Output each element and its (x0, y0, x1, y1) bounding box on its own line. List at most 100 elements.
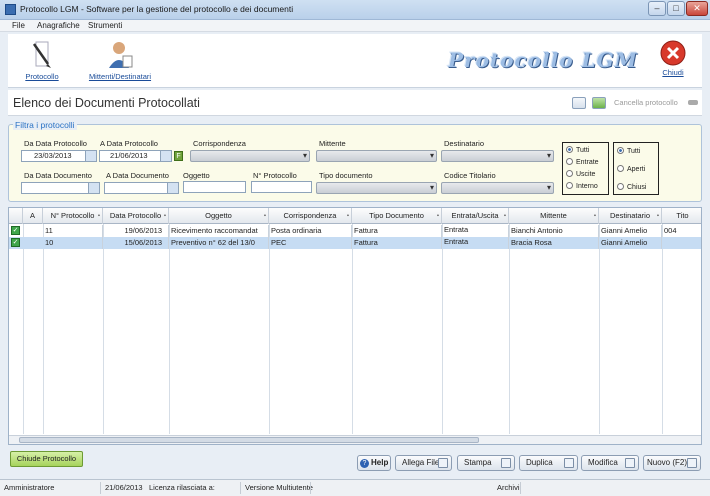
calendar-icon[interactable] (160, 151, 171, 161)
nuovo-label: Nuovo (F2) (647, 458, 688, 467)
codice-titolario-select[interactable] (441, 182, 554, 194)
radio-uscite[interactable]: Uscite (566, 170, 595, 178)
menu-bar: File Anagrafiche Strumenti (0, 20, 710, 32)
status-user: Amministratore (4, 483, 55, 492)
status-versione: Versione Multiutente (245, 483, 313, 492)
col-n-protocollo-label: N° Protocollo (50, 211, 95, 220)
status-licenza: Licenza rilasciata a: (149, 483, 215, 492)
radio-tutti-state-label: Tutti (627, 148, 641, 155)
sort-icon: ⬩ (97, 213, 100, 219)
a-data-documento-input[interactable] (104, 182, 179, 194)
chiudi-label: Chiudi (662, 68, 684, 77)
radio-tutti-direction-label: Tutti (576, 147, 590, 154)
maximize-button[interactable]: □ (667, 1, 685, 16)
table-row[interactable]: ✓ 11 19/06/2013 Ricevimento raccomandat … (9, 225, 701, 237)
radio-entrate[interactable]: Entrate (566, 158, 599, 166)
filter-legend: Filtra i protocolli (13, 120, 77, 130)
radio-aperti[interactable]: Aperti (617, 165, 645, 173)
a-data-documento-label: A Data Documento (106, 171, 169, 180)
col-destinatario[interactable]: Destinatario ⬩ (599, 208, 662, 224)
col-mittente[interactable]: Mittente ⬩ (509, 208, 599, 224)
oggetto-label: Oggetto (183, 171, 210, 180)
print-preview-icon[interactable] (572, 97, 586, 109)
col-tipo-documento-label: Tipo Documento (369, 211, 424, 220)
menu-strumenti[interactable]: Strumenti (88, 21, 122, 30)
app-icon (5, 4, 16, 15)
cancella-protocollo-button[interactable]: Cancella protocollo (614, 98, 678, 107)
chiude-protocollo-button[interactable]: Chiude Protocollo (10, 451, 83, 467)
cell-entrata-uscita: Entrata (442, 225, 509, 237)
mittente-select[interactable] (316, 150, 437, 162)
menu-anagrafiche[interactable]: Anagrafiche (37, 21, 80, 30)
status-archivi: Archivi (497, 483, 520, 492)
radio-interno[interactable]: Interno (566, 182, 598, 190)
scrollbar-thumb[interactable] (19, 437, 479, 443)
stampa-button[interactable]: Stampa (457, 455, 515, 471)
radio-tutti-direction[interactable]: Tutti (566, 146, 589, 154)
n-protocollo-label: N° Protocollo (253, 171, 297, 180)
col-data-protocollo[interactable]: Data Protocollo ⬩ (103, 208, 169, 224)
col-icon (9, 208, 23, 224)
da-data-protocollo-input[interactable]: 23/03/2013 (21, 150, 97, 162)
cell-destinatario: Gianni Amelio (599, 237, 662, 249)
col-tipo-documento[interactable]: Tipo Documento ⬩ (352, 208, 442, 224)
duplica-button[interactable]: Duplica (519, 455, 578, 471)
destinatario-select[interactable] (441, 150, 554, 162)
page-header: Elenco dei Documenti Protocollati Cancel… (8, 90, 702, 116)
nuovo-button[interactable]: Nuovo (F2) (643, 455, 701, 471)
table-row[interactable]: ✓ 10 15/06/2013 Preventivo n° 62 del 13/… (9, 237, 701, 249)
radio-aperti-label: Aperti (627, 166, 646, 173)
cell-oggetto: Preventivo n° 62 del 13/0 (169, 237, 269, 249)
cell-data-protocollo: 19/06/2013 (103, 225, 169, 237)
excel-export-icon[interactable] (592, 97, 606, 109)
col-titolario-label: Tito (676, 211, 689, 220)
a-data-protocollo-input[interactable]: 21/06/2013 (99, 150, 172, 162)
sort-icon: ⬩ (436, 213, 439, 219)
col-corrispondenza-label: Corrispondenza (283, 211, 337, 220)
da-data-documento-input[interactable] (21, 182, 100, 194)
user-icon (109, 42, 133, 68)
cancella-toggle-icon (688, 100, 698, 105)
oggetto-input[interactable] (183, 181, 246, 193)
radio-tutti-state[interactable]: Tutti (617, 147, 640, 155)
radio-chiusi[interactable]: Chiusi (617, 183, 646, 191)
help-button[interactable]: ? Help (357, 455, 391, 471)
col-n-protocollo[interactable]: N° Protocollo ⬩ (43, 208, 103, 224)
radio-entrate-label: Entrate (576, 159, 599, 166)
calendar-icon[interactable] (167, 183, 178, 193)
close-window-button[interactable]: ✕ (686, 1, 708, 16)
col-a[interactable]: A (23, 208, 43, 224)
edit-icon (625, 458, 635, 468)
col-oggetto[interactable]: Oggetto ⬩ (169, 208, 269, 224)
minimize-button[interactable]: – (648, 1, 666, 16)
toolbar: Protocollo Mittenti/Destinatari Protocol… (8, 34, 702, 88)
allega-file-button[interactable]: Allega File (395, 455, 452, 471)
modifica-button[interactable]: Modifica (581, 455, 639, 471)
calendar-icon[interactable] (85, 151, 96, 161)
cell-destinatario: Gianni Amelio (599, 225, 662, 237)
cell-titolario (662, 237, 701, 249)
mittenti-button[interactable]: Mittenti/Destinatari (78, 40, 162, 81)
sort-icon: ⬩ (346, 213, 349, 219)
col-entrata-uscita[interactable]: Entrata/Uscita ⬩ (442, 208, 509, 224)
check-icon: ✓ (11, 226, 20, 235)
horizontal-scrollbar[interactable] (9, 435, 701, 444)
codice-titolario-label: Codice Titolario (444, 171, 496, 180)
cell-entrata-uscita: Entrata (442, 237, 509, 249)
chiudi-button[interactable]: Chiudi (658, 40, 688, 77)
cell-tipo-documento: Fattura (352, 225, 442, 237)
n-protocollo-input[interactable] (251, 181, 312, 193)
menu-file[interactable]: File (12, 21, 25, 30)
allega-file-label: Allega File (402, 458, 440, 467)
col-corrispondenza[interactable]: Corrispondenza ⬩ (269, 208, 352, 224)
destinatario-label: Destinatario (444, 139, 485, 148)
pen-icon (32, 41, 51, 68)
tipo-documento-select[interactable] (316, 182, 437, 194)
modifica-label: Modifica (588, 458, 618, 467)
corrispondenza-select[interactable] (190, 150, 310, 162)
col-titolario[interactable]: Tito (662, 208, 701, 224)
f-button[interactable]: F (174, 151, 183, 161)
protocollo-button[interactable]: Protocollo (22, 40, 62, 81)
calendar-icon[interactable] (88, 183, 99, 193)
corrispondenza-label: Corrispondenza (193, 139, 246, 148)
